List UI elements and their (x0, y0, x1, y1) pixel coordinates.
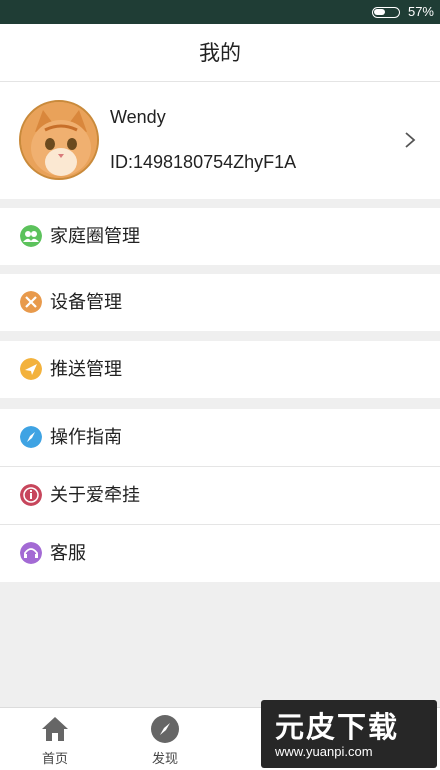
watermark: 元皮下载 www.yuanpi.com (261, 700, 437, 768)
avatar[interactable] (19, 100, 99, 180)
status-bar: 57% (0, 0, 440, 24)
menu-item-label: 家庭圈管理 (50, 226, 140, 247)
menu-item-customer-service[interactable]: 客服 (0, 525, 440, 582)
menu-item-label: 操作指南 (50, 427, 122, 448)
battery-icon (372, 7, 400, 18)
menu-item-device-management[interactable]: 设备管理 (0, 274, 440, 331)
menu-item-about[interactable]: 关于爱牵挂 (0, 467, 440, 524)
menu-item-push-management[interactable]: 推送管理 (0, 341, 440, 398)
nav-home[interactable]: 首页 (20, 708, 90, 770)
compass-icon (151, 715, 179, 743)
nav-discover-label: 发现 (151, 752, 178, 767)
headset-icon (20, 542, 42, 564)
menu-item-label: 推送管理 (50, 359, 122, 380)
username: Wendy (110, 107, 166, 127)
tools-icon (20, 291, 42, 313)
paper-plane-icon (20, 358, 42, 380)
info-icon (20, 484, 42, 506)
page-header: 我的 (0, 24, 440, 82)
nav-discover[interactable]: 发现 (130, 708, 200, 770)
profile-card[interactable]: Wendy ID:1498180754ZhyF1A (0, 82, 440, 199)
chevron-right-icon (405, 132, 416, 148)
compass-icon (20, 426, 42, 448)
menu-item-label: 设备管理 (50, 292, 122, 313)
watermark-url: www.yuanpi.com (275, 744, 373, 759)
watermark-title: 元皮下载 (275, 710, 400, 744)
home-icon (42, 717, 68, 741)
page-title: 我的 (199, 41, 241, 65)
battery-level: 57% (407, 4, 434, 19)
nav-home-label: 首页 (41, 752, 68, 767)
menu-item-family-circle[interactable]: 家庭圈管理 (0, 208, 440, 265)
user-id: ID:1498180754ZhyF1A (110, 152, 297, 172)
family-group-icon (20, 225, 42, 247)
menu-item-user-guide[interactable]: 操作指南 (0, 409, 440, 466)
menu-item-label: 客服 (50, 543, 86, 564)
menu-item-label: 关于爱牵挂 (50, 485, 140, 506)
